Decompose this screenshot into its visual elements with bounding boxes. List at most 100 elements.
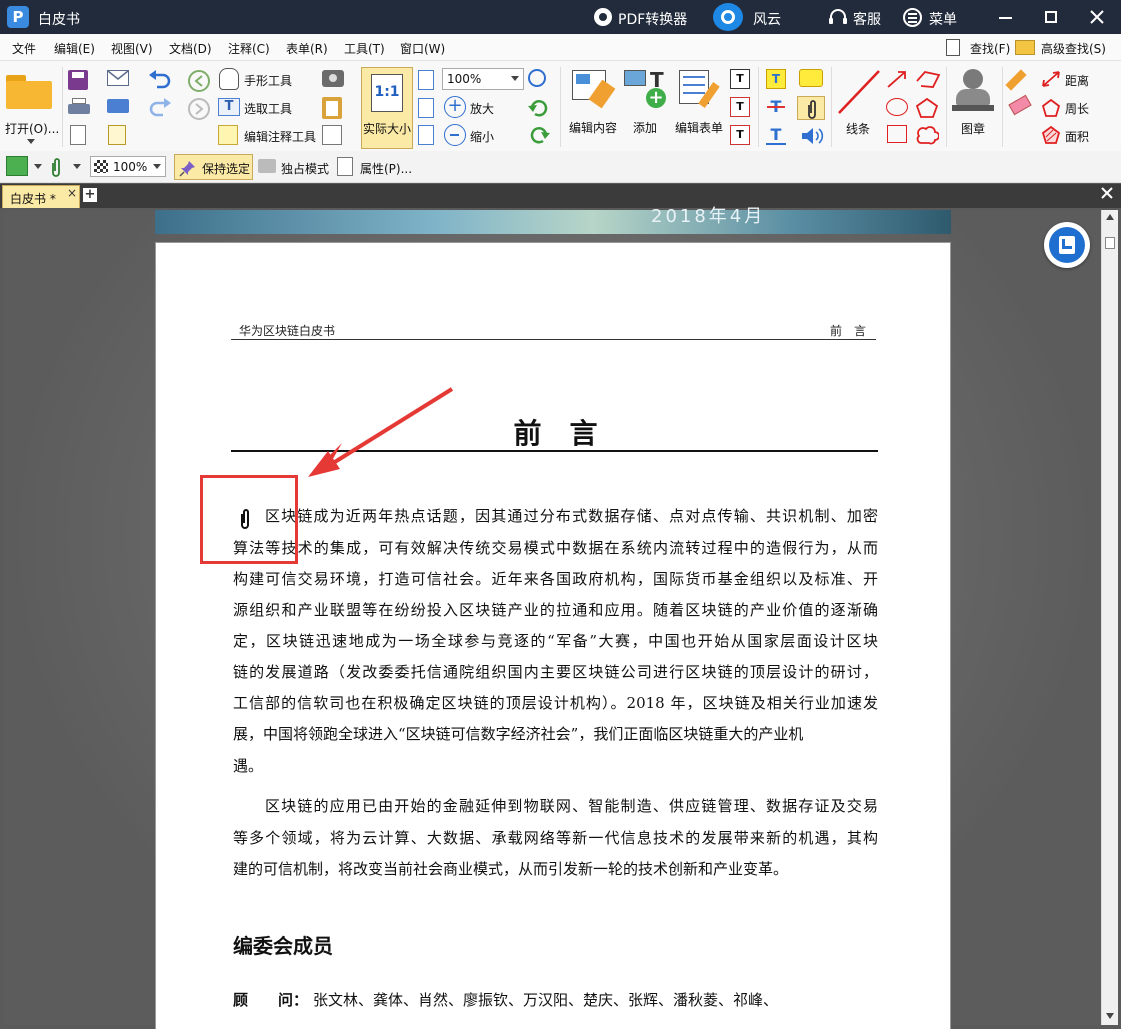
properties-button[interactable]: 属性(P)... — [360, 160, 412, 177]
polygon-tool-icon[interactable] — [915, 97, 939, 119]
edit-form-button[interactable]: 编辑表单 — [675, 119, 723, 136]
polyline-tool-icon[interactable] — [915, 69, 941, 89]
camera-icon[interactable] — [322, 70, 344, 87]
scroll-thumb[interactable] — [1105, 237, 1115, 249]
separator — [1002, 67, 1003, 147]
arrow-tool-icon[interactable] — [886, 69, 908, 89]
highlight-text-icon[interactable]: T — [766, 69, 786, 89]
exclusive-mode-button[interactable]: 独占模式 — [281, 160, 329, 177]
tab-whitepaper[interactable]: 白皮书 * × — [2, 185, 80, 208]
menu-edit[interactable]: 编辑(E) — [54, 40, 95, 57]
lines-button[interactable]: 线条 — [846, 120, 870, 137]
scan-icon[interactable] — [107, 99, 129, 113]
paragraph-line: 构建可信交易环境，打造可信社会。近年来各国政府机构，国际货币基金组织以及标准、开 — [233, 570, 878, 588]
zoom-select[interactable]: 100% — [442, 68, 524, 90]
ellipse-tool-icon[interactable] — [886, 98, 908, 116]
perimeter-button[interactable]: 周长 — [1065, 100, 1089, 117]
print-icon[interactable] — [68, 98, 90, 116]
menu-window[interactable]: 窗口(W) — [400, 40, 445, 57]
area-button[interactable]: 面积 — [1065, 128, 1089, 145]
menu-view[interactable]: 视图(V) — [111, 40, 153, 57]
callout-icon[interactable]: T — [730, 125, 750, 145]
zoom-in-icon: + — [444, 96, 466, 118]
edit-annotation-tool-button[interactable]: 编辑注释工具 — [244, 128, 316, 145]
actual-size-button[interactable]: 1:1 实际大小 — [361, 67, 413, 149]
close-document-button[interactable] — [1101, 187, 1113, 199]
color-dropdown-arrow[interactable] — [34, 164, 42, 169]
maximize-button[interactable] — [1031, 4, 1071, 30]
tab-close-icon[interactable]: × — [67, 186, 77, 200]
zoom-in-button[interactable]: 放大 — [470, 100, 494, 117]
new-doc-icon[interactable] — [108, 125, 126, 145]
forward-icon[interactable] — [188, 98, 210, 120]
vertical-scrollbar[interactable] — [1101, 210, 1118, 1025]
add-button[interactable]: 添加 — [633, 119, 657, 136]
fengyun-button[interactable]: 风云 — [753, 9, 781, 29]
undo-icon[interactable] — [148, 69, 172, 89]
zoom-out-button[interactable]: 缩小 — [470, 128, 494, 145]
scroll-down-arrow[interactable] — [1106, 1013, 1114, 1019]
float-tool-button[interactable] — [1044, 222, 1090, 268]
clipboard-icon[interactable] — [322, 97, 342, 119]
color-swatch[interactable] — [6, 156, 28, 176]
pdf-converter-button[interactable]: PDF转换器 — [618, 9, 687, 29]
close-icon — [1101, 187, 1113, 199]
opacity-select[interactable]: 100% — [90, 156, 166, 177]
zoom-out-icon — [444, 124, 466, 146]
page-header-right: 前 言 — [830, 324, 867, 338]
pencil-icon[interactable] — [1005, 69, 1027, 91]
scroll-up-arrow[interactable] — [1106, 214, 1114, 220]
hand-tool-button[interactable]: 手形工具 — [244, 72, 292, 89]
menu-document[interactable]: 文档(D) — [169, 40, 212, 57]
attach-file-button[interactable] — [797, 96, 825, 120]
menu-tools[interactable]: 工具(T) — [344, 40, 385, 57]
email-icon[interactable] — [107, 70, 129, 86]
open-dropdown-arrow[interactable] — [27, 139, 35, 144]
advanced-find-button[interactable]: 高级查找(S) — [1041, 40, 1106, 57]
edit-content-button[interactable]: 编辑内容 — [569, 119, 617, 136]
paperclip-icon[interactable] — [50, 156, 62, 178]
text-field-icon[interactable]: T — [730, 69, 750, 89]
note-icon[interactable] — [799, 69, 823, 87]
save-icon[interactable] — [68, 70, 88, 90]
rotate-right-icon[interactable] — [528, 125, 550, 145]
close-window-button[interactable] — [1077, 4, 1117, 30]
select-tool-button[interactable]: 选取工具 — [244, 100, 292, 117]
back-icon[interactable] — [188, 70, 210, 92]
menu-form[interactable]: 表单(R) — [286, 40, 328, 57]
magnifier-icon[interactable] — [528, 69, 546, 87]
cloud-tool-icon[interactable] — [915, 125, 939, 147]
headset-icon — [828, 8, 848, 26]
distance-button[interactable]: 距离 — [1065, 72, 1089, 89]
service-button[interactable]: 客服 — [853, 9, 881, 29]
menu-button[interactable]: 菜单 — [929, 9, 957, 29]
underline-icon[interactable]: T — [766, 125, 786, 145]
fit-visible-icon[interactable] — [418, 125, 434, 145]
minimize-button[interactable] — [985, 4, 1025, 30]
open-button[interactable]: 打开(O)... — [5, 120, 59, 137]
text-box-icon[interactable]: T — [730, 97, 750, 117]
separator — [831, 67, 832, 147]
advisor-label: 顾 问： — [233, 991, 309, 1009]
redo-icon[interactable] — [148, 97, 172, 117]
find-button[interactable]: 查找(F) — [970, 40, 1010, 57]
doc-settings-icon[interactable] — [322, 125, 342, 145]
annotation-arrow — [300, 385, 460, 485]
document-tab-bar — [0, 184, 1121, 208]
paragraph-line: 区块链的应用已由开始的金融延伸到物联网、智能制造、供应链管理、数据存证及交易 — [265, 797, 878, 815]
strikeout-icon[interactable]: T — [766, 97, 786, 117]
eraser-icon[interactable] — [1008, 94, 1032, 116]
stamp-button[interactable]: 图章 — [961, 120, 985, 137]
fit-width-icon[interactable] — [418, 98, 434, 118]
keep-selected-button[interactable]: 保持选定 — [174, 154, 253, 180]
icon-dropdown-arrow[interactable] — [73, 164, 81, 169]
rotate-left-icon[interactable] — [528, 98, 550, 118]
menu-file[interactable]: 文件 — [12, 40, 36, 57]
sound-icon[interactable] — [800, 126, 824, 146]
actual-size-icon: 1:1 — [371, 74, 403, 112]
document-icon[interactable] — [70, 125, 86, 145]
menu-comment[interactable]: 注释(C) — [228, 40, 270, 57]
new-tab-button[interactable]: + — [83, 188, 97, 202]
rectangle-tool-icon[interactable] — [887, 125, 907, 143]
fit-page-icon[interactable] — [418, 70, 434, 90]
